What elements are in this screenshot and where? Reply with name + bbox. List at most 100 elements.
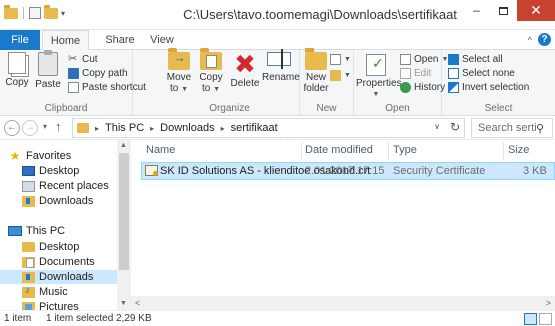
move-to-button[interactable]: Move to ▼ [164,48,194,95]
search-input[interactable] [478,122,536,134]
nav-item-label: Desktop [39,165,80,177]
address-dropdown-icon[interactable]: ∨ [434,122,440,131]
address-bar-row: ← → ▾ ↑ ▸ This PC ▸ Downloads ▸ sertifik… [0,116,555,140]
status-item-count: 1 item [4,313,32,324]
scroll-thumb[interactable] [119,153,129,270]
paste-shortcut-button[interactable]: Paste shortcut [68,82,146,93]
copy-to-button[interactable]: Copy to ▼ [196,48,226,95]
copy-path-icon [68,68,79,79]
breadcrumb-this-pc[interactable]: This PC [105,122,144,134]
nav-item-label: This PC [26,225,66,237]
rename-button[interactable]: Rename [262,49,300,83]
column-divider[interactable] [388,142,389,160]
nav-item-favorites[interactable]: ★ Favorites [8,149,72,163]
column-header-date-modified[interactable]: Date modified [305,144,373,156]
breadcrumb[interactable]: ▸ This PC ▸ Downloads ▸ sertifikaat ∨ ↻ [72,118,465,138]
nav-item-desktop[interactable]: Desktop [22,164,79,178]
select-all-icon [448,54,459,65]
breadcrumb-sertifikaat[interactable]: sertifikaat [231,122,278,134]
copy-button[interactable]: Copy [4,52,30,88]
nav-item-documents[interactable]: Documents [22,255,95,269]
properties-button[interactable]: Properties ▼ [356,52,402,100]
nav-item-label: Desktop [39,241,80,253]
collapse-ribbon-icon[interactable]: ^ [528,35,532,45]
copy-path-button[interactable]: Copy path [68,68,128,79]
clipboard-group-label: Clipboard [44,103,88,114]
nav-item-downloads[interactable]: Downloads [22,194,93,208]
open-icon [400,54,411,65]
help-icon[interactable]: ? [538,33,551,46]
horizontal-scrollbar[interactable]: < > [131,296,555,310]
column-header-type[interactable]: Type [393,144,417,156]
column-header-size[interactable]: Size [508,144,529,156]
rename-icon [267,49,291,69]
nav-pane-scrollbar[interactable]: ▲ ▼ [117,140,131,310]
select-none-icon [448,68,459,79]
quick-access-toolbar: ▾ [4,4,65,19]
select-none-button[interactable]: Select none [448,68,515,79]
new-group: ▼ ▼ New folder New [300,48,354,116]
new-folder-label: New [305,72,326,83]
breadcrumb-separator-icon[interactable]: ▸ [95,124,99,133]
scroll-right-icon[interactable]: > [546,296,551,310]
column-divider[interactable] [301,142,302,160]
scroll-up-icon[interactable]: ▲ [120,142,127,149]
search-box[interactable]: ⚲ [471,118,553,138]
select-none-label: Select none [462,68,515,79]
minimize-button[interactable]: – [463,0,490,21]
select-all-button[interactable]: Select all [448,54,503,65]
rename-label: Rename [262,72,300,83]
delete-button[interactable]: ✖ Delete [230,51,260,89]
qat-separator [23,7,24,19]
forward-button[interactable]: → [22,120,38,136]
tab-view[interactable]: View [147,30,177,50]
large-icons-view-icon[interactable] [539,313,552,325]
maximize-button[interactable] [490,0,517,21]
nav-item-this-pc[interactable]: This PC [8,224,65,238]
back-button[interactable]: ← [4,120,20,136]
breadcrumb-separator-icon[interactable]: ▸ [150,124,154,133]
easy-access-button[interactable]: ▼ [330,70,351,81]
properties-icon[interactable] [29,7,41,19]
invert-selection-button[interactable]: Invert selection [448,82,529,93]
organize-group: Move to ▼ Copy to ▼ ✖ Delete Rename Orga… [160,48,300,116]
nav-item-pc-desktop[interactable]: Desktop [22,240,79,254]
nav-item-music[interactable]: Music [22,285,68,299]
close-button[interactable]: ✕ [517,0,555,21]
pictures-icon [22,301,35,310]
nav-item-recent-places[interactable]: Recent places [22,179,109,193]
nav-item-label: Favorites [26,150,72,162]
select-group-label: Select [484,103,513,114]
up-button[interactable]: ↑ [55,119,62,134]
scroll-left-icon[interactable]: < [135,296,140,310]
properties-label: Properties [356,78,402,89]
column-header-name[interactable]: Name [146,144,175,156]
details-view-icon[interactable] [524,313,537,325]
properties-big-icon [364,52,388,76]
table-row[interactable]: SK ID Solutions AS - klienditoe osakond.… [141,162,555,180]
edit-button[interactable]: Edit [400,68,431,79]
qat-dropdown-icon[interactable]: ▾ [61,9,65,18]
new-folder-icon[interactable] [44,4,58,19]
paste-button[interactable]: Paste [34,50,62,90]
history-icon [400,82,411,93]
scroll-down-icon[interactable]: ▼ [120,300,127,307]
breadcrumb-folder-icon [77,123,89,133]
nav-item-pictures[interactable]: Pictures [22,300,79,310]
new-item-button[interactable]: ▼ [330,54,351,65]
history-button[interactable]: History [400,82,445,93]
history-label: History [414,82,446,93]
tab-home[interactable]: Home [42,30,89,51]
recent-locations-icon[interactable]: ▾ [43,122,47,131]
breadcrumb-separator-icon[interactable]: ▸ [221,124,225,133]
breadcrumb-downloads[interactable]: Downloads [160,122,214,134]
move-to-label-2-text: to [169,83,179,94]
status-bar: 1 item 1 item selected 2,29 KB [0,310,555,326]
column-divider[interactable] [503,142,504,160]
cut-button[interactable]: ✂ Cut [68,54,98,66]
refresh-icon[interactable]: ↻ [450,120,460,134]
new-folder-button[interactable]: New folder [302,48,330,94]
tab-file[interactable]: File [0,30,40,50]
nav-item-pc-downloads[interactable]: Downloads [0,270,117,284]
tab-share[interactable]: Share [104,30,136,50]
